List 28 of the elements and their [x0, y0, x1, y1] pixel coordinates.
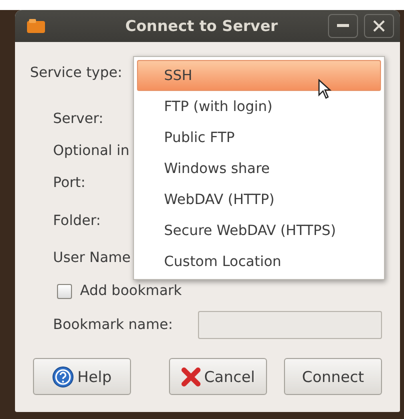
- close-icon: [373, 20, 385, 32]
- menu-item[interactable]: SSH: [137, 60, 381, 91]
- cursor-icon: [318, 79, 332, 99]
- menu-item[interactable]: Secure WebDAV (HTTPS): [137, 215, 381, 246]
- checkbox[interactable]: [57, 284, 72, 298]
- field-label: Port:: [53, 175, 86, 191]
- checkbox-label: Add bookmark: [80, 283, 182, 299]
- field-label: Service type:: [30, 65, 122, 81]
- window-title: Connect to Server: [124, 17, 279, 35]
- field-label: Folder:: [53, 213, 101, 229]
- cancel-button[interactable]: Cancel: [169, 358, 267, 395]
- folder-icon: [27, 19, 45, 33]
- help-icon: [52, 366, 74, 388]
- field-label: Optional in: [53, 143, 130, 159]
- menu-item[interactable]: FTP (with login): [137, 91, 381, 122]
- field-label: User Name: [53, 250, 131, 266]
- connect-button[interactable]: Connect: [284, 358, 382, 395]
- field-label: Bookmark name:: [53, 317, 173, 333]
- menu-item[interactable]: Windows share: [137, 153, 381, 184]
- close-button[interactable]: [364, 14, 394, 38]
- minimize-button[interactable]: [328, 14, 358, 38]
- menu-item[interactable]: Custom Location: [137, 246, 381, 277]
- minimize-icon: [337, 24, 349, 28]
- menu-item[interactable]: WebDAV (HTTP): [137, 184, 381, 215]
- menu-item[interactable]: Public FTP: [137, 122, 381, 153]
- cancel-icon: [181, 366, 202, 386]
- help-button[interactable]: Help: [33, 358, 131, 395]
- field-label: Server:: [53, 111, 104, 127]
